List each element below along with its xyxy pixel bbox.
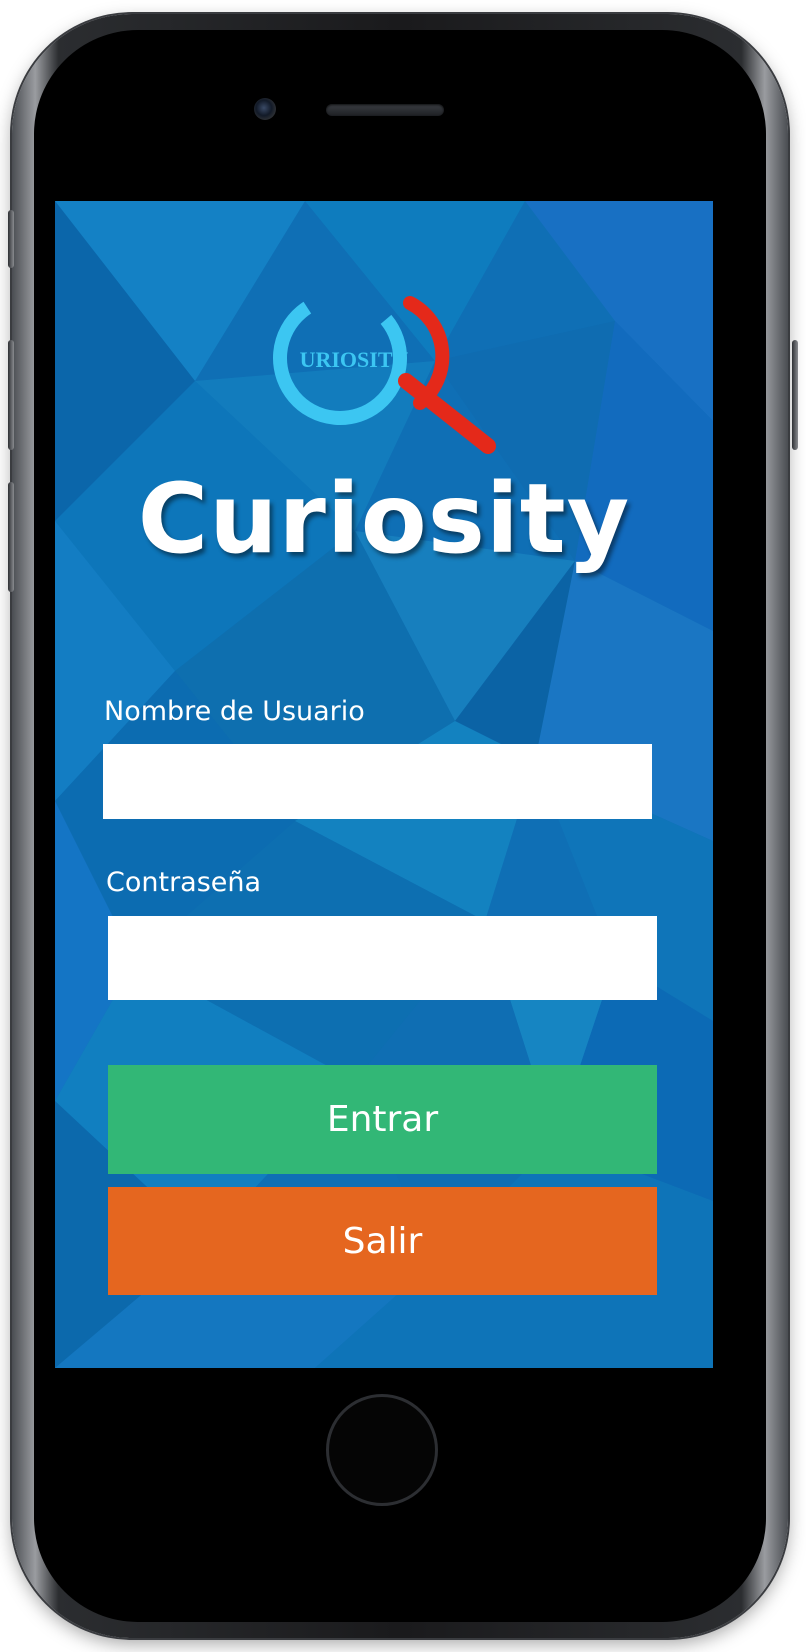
password-label: Contraseña [106, 867, 262, 898]
exit-button[interactable]: Salir [108, 1187, 657, 1295]
power-button [792, 340, 798, 450]
enter-button[interactable]: Entrar [108, 1065, 657, 1174]
enter-button-label: Entrar [326, 1099, 439, 1140]
magnifier-logo-icon: URIOSITY [273, 291, 496, 454]
volume-up-button [8, 340, 14, 450]
password-input[interactable] [108, 916, 657, 1000]
username-label: Nombre de Usuario [104, 696, 365, 727]
logo-text: URIOSITY [300, 347, 409, 372]
username-input[interactable] [103, 744, 652, 819]
mute-switch [8, 210, 14, 268]
front-camera-icon [254, 98, 276, 120]
device-mockup: URIOSITY Curiosity Nombre de Usuario Con… [0, 0, 806, 1652]
app-screen: URIOSITY Curiosity Nombre de Usuario Con… [55, 201, 713, 1368]
exit-button-label: Salir [342, 1220, 423, 1262]
earpiece-speaker-icon [326, 104, 444, 116]
app-title: Curiosity [137, 463, 631, 575]
home-button-icon[interactable] [326, 1394, 438, 1506]
volume-down-button [8, 482, 14, 592]
